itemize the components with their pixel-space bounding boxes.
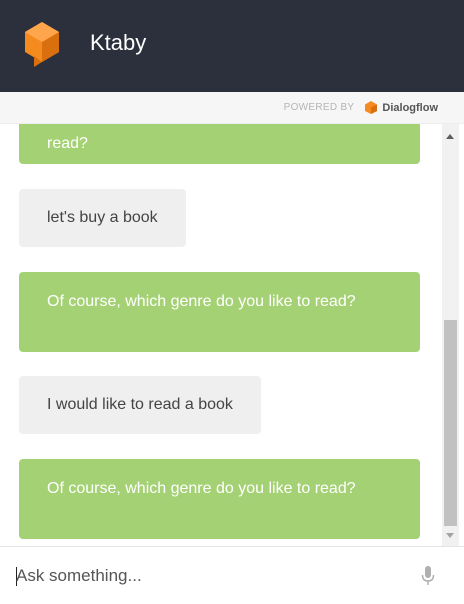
bot-title: Ktaby bbox=[90, 30, 147, 55]
user-message: I would like to read a book bbox=[19, 376, 261, 434]
user-message: let's buy a book bbox=[19, 189, 186, 247]
chat-scrollbar[interactable] bbox=[442, 124, 459, 546]
dialogflow-small-icon bbox=[365, 100, 378, 114]
chat-header: Ktaby bbox=[0, 0, 464, 92]
dialogflow-logo-icon bbox=[25, 22, 59, 67]
bot-message: read? bbox=[19, 124, 420, 164]
powered-by-brand[interactable]: Dialogflow bbox=[382, 102, 438, 114]
powered-by-bar: POWERED BY Dialogflow bbox=[0, 92, 464, 124]
message-input-bar bbox=[0, 546, 464, 604]
bot-message: Of course, which genre do you like to re… bbox=[19, 272, 420, 352]
scroll-up-icon[interactable] bbox=[446, 134, 454, 139]
chat-transcript[interactable]: read? let's buy a book Of course, which … bbox=[0, 124, 442, 546]
message-input[interactable] bbox=[16, 561, 396, 591]
scroll-down-icon[interactable] bbox=[446, 533, 454, 538]
microphone-icon[interactable] bbox=[420, 565, 436, 587]
scrollbar-thumb[interactable] bbox=[444, 320, 457, 526]
bot-message: Of course, which genre do you like to re… bbox=[19, 459, 420, 539]
powered-by-label: POWERED BY bbox=[283, 102, 355, 113]
